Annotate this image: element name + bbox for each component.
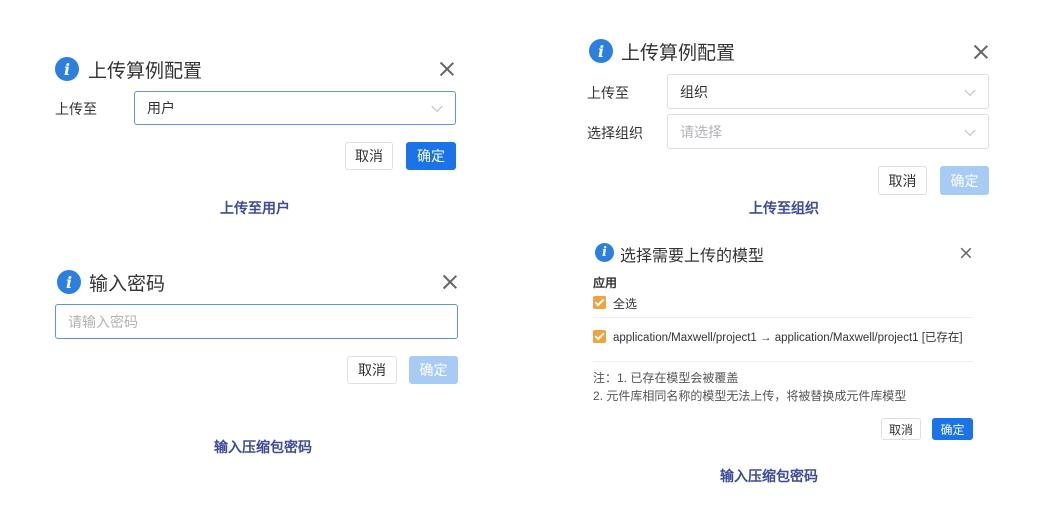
select-all-label[interactable]: 全选 [613,295,637,312]
close-icon[interactable] [959,246,974,261]
cancel-button[interactable]: 取消 [878,166,927,195]
select-value: 组织 [680,83,708,100]
divider [593,317,973,318]
chevron-down-icon [964,124,976,136]
confirm-button[interactable]: 确定 [932,418,973,440]
caption: 上传至组织 [749,200,819,216]
section-label: 应用 [593,276,618,290]
info-icon: i [595,243,614,262]
confirm-button[interactable]: 确定 [406,142,456,170]
info-icon: i [589,39,613,63]
note-line-2: 2. 元件库相同名称的模型无法上传，将被替换成元件库模型 [593,389,907,403]
info-icon: i [55,57,79,81]
chevron-down-icon [964,84,976,96]
organization-select[interactable]: 请选择 [667,114,989,149]
select-placeholder: 请选择 [680,123,722,140]
confirm-button[interactable]: 确定 [409,356,458,384]
dialog-title: 上传算例配置 [88,61,203,82]
info-icon: i [57,270,81,294]
upload-target-label: 上传至 [587,85,629,101]
caption: 输入压缩包密码 [214,439,312,455]
model-item-label[interactable]: application/Maxwell/project1 → applicati… [613,329,963,345]
caption: 输入压缩包密码 [720,468,818,484]
upload-target-select[interactable]: 用户 [134,91,456,125]
dialog-title: 上传算例配置 [621,43,736,64]
checkbox-checked-icon[interactable] [593,330,606,343]
confirm-button[interactable]: 确定 [940,166,989,195]
select-value: 用户 [147,100,175,116]
dialog-title: 输入密码 [89,274,166,295]
organization-label: 选择组织 [587,125,643,141]
close-icon[interactable] [971,42,991,62]
divider [593,361,973,362]
upload-target-label: 上传至 [55,101,97,117]
note-line-1: 注：1. 已存在模型会被覆盖 [593,371,739,385]
close-icon[interactable] [440,272,460,292]
cancel-button[interactable]: 取消 [881,418,921,440]
cancel-button[interactable]: 取消 [345,142,393,170]
dialog-title: 选择需要上传的模型 [620,248,765,265]
chevron-down-icon [431,100,443,113]
caption: 上传至用户 [220,200,290,216]
upload-target-select[interactable]: 组织 [667,74,989,109]
password-input[interactable]: 请输入密码 [55,304,458,339]
password-placeholder: 请输入密码 [68,313,138,330]
cancel-button[interactable]: 取消 [347,356,397,384]
checkbox-checked-icon[interactable] [593,296,606,309]
close-icon[interactable] [437,59,457,79]
